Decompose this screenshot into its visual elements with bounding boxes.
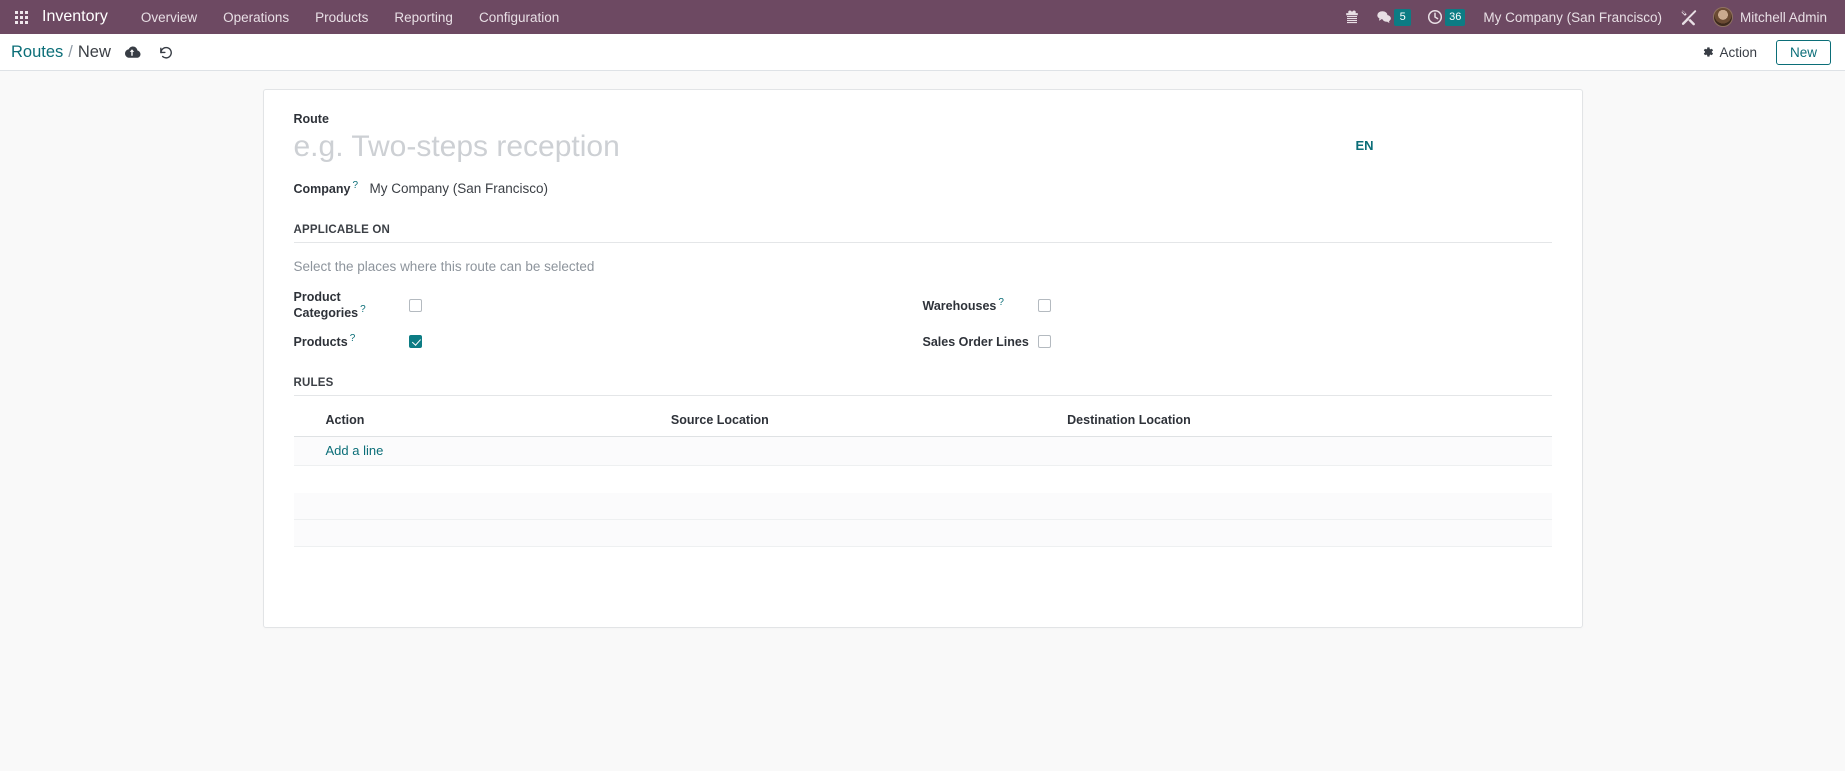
company-switcher[interactable]: My Company (San Francisco)	[1473, 6, 1672, 29]
action-menu-button[interactable]: Action	[1697, 42, 1762, 63]
avatar	[1712, 7, 1733, 27]
checkbox-row-products: Products?	[294, 333, 923, 349]
company-label-text: Company	[293, 182, 351, 197]
language-badge[interactable]: EN	[1355, 112, 1373, 153]
company-value[interactable]: My Company (San Francisco)	[370, 181, 549, 196]
checkbox-row-product-categories: Product Categories?	[294, 290, 923, 320]
product-categories-checkbox[interactable]	[408, 298, 422, 312]
company-row: Company? My Company (San Francisco)	[294, 180, 1552, 196]
product-categories-label: Product Categories?	[294, 290, 409, 320]
sales-order-lines-label: Sales Order Lines	[923, 333, 1038, 349]
sales-order-lines-label-text: Sales Order Lines	[922, 335, 1029, 350]
gift-icon[interactable]	[1336, 5, 1368, 29]
warehouses-label: Warehouses?	[923, 297, 1038, 313]
form-sheet: Route EN Company? My Company (San Franci…	[262, 89, 1583, 628]
add-a-line-row[interactable]: Add a line	[293, 436, 1552, 467]
column-header-action[interactable]: Action	[293, 405, 671, 438]
breadcrumb-routes[interactable]: Routes	[11, 43, 63, 62]
breadcrumb-separator: /	[68, 42, 73, 61]
rules-filler-row	[294, 574, 1552, 601]
rules-filler-row	[294, 466, 1552, 493]
cloud-upload-icon[interactable]	[124, 45, 141, 59]
action-label: Action	[1719, 44, 1757, 60]
product-categories-help-icon[interactable]: ?	[360, 304, 366, 315]
menu-item-configuration[interactable]: Configuration	[466, 3, 572, 32]
applicable-on-subtext: Select the places where this route can b…	[293, 259, 595, 275]
rules-section-title: RULES	[293, 377, 1552, 397]
products-checkbox[interactable]	[408, 334, 422, 348]
control-panel: Routes / New Action New	[0, 34, 1845, 71]
main-menu: Overview Operations Products Reporting C…	[128, 3, 572, 32]
breadcrumb: Routes / New	[11, 43, 174, 62]
products-help-icon[interactable]: ?	[350, 333, 356, 344]
warehouses-label-text: Warehouses	[922, 299, 997, 314]
products-label: Products?	[294, 333, 409, 349]
app-brand-inventory[interactable]: Inventory	[42, 8, 108, 26]
messages-counter[interactable]: 5	[1368, 5, 1419, 30]
control-panel-right: Action New	[1697, 39, 1831, 65]
menu-item-products[interactable]: Products	[302, 3, 381, 32]
column-header-destination-location[interactable]: Destination Location	[1067, 405, 1552, 438]
applicable-on-section-title: APPLICABLE ON	[293, 224, 1552, 244]
company-help-icon[interactable]: ?	[352, 180, 358, 191]
gear-icon	[1702, 46, 1714, 58]
rules-filler-row	[294, 547, 1552, 574]
messages-badge: 5	[1394, 8, 1412, 26]
add-a-line-link[interactable]: Add a line	[294, 437, 384, 465]
rules-table: Action Source Location Destination Locat…	[293, 405, 1552, 601]
warehouses-checkbox[interactable]	[1037, 298, 1051, 312]
menu-item-overview[interactable]: Overview	[128, 3, 210, 32]
route-name-input[interactable]	[293, 128, 1356, 168]
wrench-screwdriver-icon[interactable]	[1672, 5, 1705, 30]
route-label: Route	[293, 112, 329, 126]
systray: 5 36 My Company (San Francisco) Mitchell…	[1336, 3, 1833, 31]
undo-icon[interactable]	[158, 45, 174, 60]
route-title-row: Route EN	[293, 112, 1552, 168]
menu-item-operations[interactable]: Operations	[210, 3, 302, 32]
new-button[interactable]: New	[1775, 39, 1831, 65]
menu-item-reporting[interactable]: Reporting	[381, 3, 466, 32]
warehouses-help-icon[interactable]: ?	[998, 297, 1004, 308]
add-a-line-cell[interactable]: Add a line	[293, 436, 1552, 467]
user-name: Mitchell Admin	[1739, 9, 1827, 25]
activities-badge: 36	[1445, 8, 1466, 26]
products-label-text: Products	[293, 335, 348, 350]
record-actions	[124, 45, 174, 60]
company-label: Company?	[294, 180, 370, 196]
checkbox-row-warehouses: Warehouses?	[923, 290, 1552, 320]
apps-grid-icon[interactable]	[8, 4, 34, 30]
user-menu[interactable]: Mitchell Admin	[1705, 3, 1833, 31]
top-navbar: Inventory Overview Operations Products R…	[0, 0, 1845, 34]
rules-filler-row	[293, 519, 1552, 548]
product-categories-label-text: Product Categories	[293, 290, 359, 321]
sales-order-lines-checkbox[interactable]	[1037, 334, 1051, 348]
checkbox-row-sales-order-lines: Sales Order Lines	[923, 333, 1552, 349]
column-header-source-location[interactable]: Source Location	[670, 405, 1068, 438]
applicable-on-checkbox-grid: Product Categories? Warehouses? Products…	[294, 290, 1552, 349]
rules-table-header-row: Action Source Location Destination Locat…	[293, 405, 1552, 438]
activities-counter[interactable]: 36	[1419, 5, 1473, 30]
rules-filler-row	[293, 492, 1552, 521]
breadcrumb-current: New	[77, 42, 111, 61]
form-content-area: Route EN Company? My Company (San Franci…	[0, 71, 1845, 771]
